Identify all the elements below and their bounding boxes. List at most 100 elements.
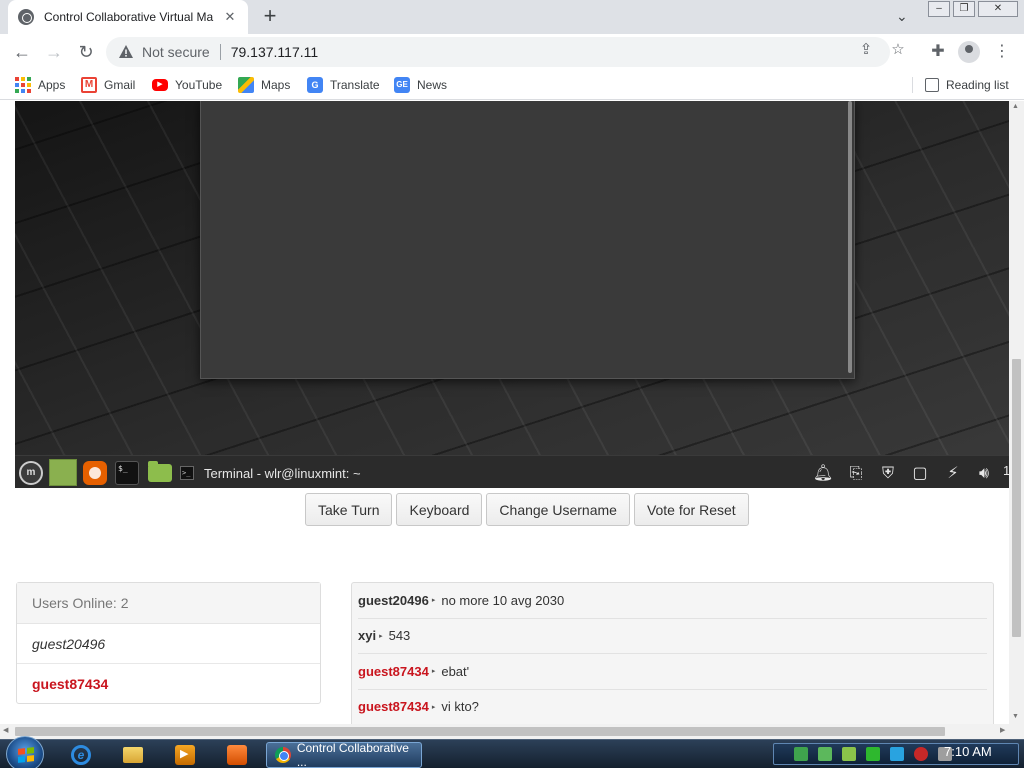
news-icon: GE: [394, 77, 410, 93]
users-online-panel: Users Online: 2 guest20496 guest87434: [16, 582, 321, 704]
terminal-window-icon: >_: [180, 466, 194, 480]
youtube-icon: ▶: [152, 79, 168, 91]
new-tab-button[interactable]: +: [258, 5, 282, 29]
reading-list-icon: [925, 78, 939, 92]
chat-message: guest87434 ▸ ebat': [358, 654, 987, 690]
taskbar-chrome-window[interactable]: Control Collaborative ...: [266, 741, 422, 768]
vote-reset-button[interactable]: Vote for Reset: [633, 493, 749, 526]
taskbar-window-label: Control Collaborative ...: [296, 741, 409, 768]
user-list-item[interactable]: guest20496: [17, 624, 320, 664]
vertical-scroll-thumb[interactable]: [1012, 359, 1021, 637]
power-bolt-icon[interactable]: ⚡︎: [942, 463, 964, 485]
bookmark-label: Translate: [330, 78, 380, 92]
horizontal-scroll-thumb[interactable]: [15, 727, 945, 736]
firefox-icon[interactable]: [83, 461, 107, 485]
chat-text: vi kto?: [441, 699, 479, 715]
scroll-down-arrow-icon[interactable]: ▼: [1012, 713, 1019, 720]
app-launcher-icon[interactable]: [227, 745, 247, 765]
horizontal-scrollbar[interactable]: ◀ ▶: [0, 724, 1024, 739]
files-folder-icon[interactable]: [148, 461, 172, 482]
bookmark-label: Apps: [38, 78, 66, 92]
reading-list-label: Reading list: [946, 78, 1009, 92]
translate-icon: G: [307, 77, 323, 93]
media-player-icon[interactable]: [175, 745, 195, 765]
display-icon[interactable]: [890, 747, 904, 761]
reading-list-button[interactable]: Reading list: [925, 76, 1009, 94]
profile-avatar-icon[interactable]: [958, 41, 980, 63]
vm-task-terminal[interactable]: >_ Terminal - wlr@linuxmint: ~: [180, 461, 361, 485]
chat-message: guest87434 ▸ vi kto?: [358, 690, 987, 725]
back-arrow-icon[interactable]: ←: [10, 40, 34, 64]
tray-app-icon[interactable]: [818, 747, 832, 761]
notifications-bell-icon[interactable]: 🔔︎: [812, 463, 834, 485]
record-icon[interactable]: [914, 747, 928, 761]
chat-arrow-icon: ▸: [431, 597, 436, 605]
bookmark-youtube[interactable]: ▶ YouTube: [152, 76, 222, 94]
tab-title: Control Collaborative Virtual Ma: [44, 10, 214, 24]
bookmark-translate[interactable]: G Translate: [307, 76, 380, 94]
bookmark-star-icon[interactable]: ☆: [888, 40, 908, 60]
maximize-button[interactable]: ❐: [953, 1, 975, 17]
close-window-button[interactable]: ✕: [978, 1, 1018, 17]
mint-menu-icon[interactable]: m: [19, 461, 43, 485]
bookmark-gmail[interactable]: M Gmail: [81, 76, 135, 94]
vm-controls: Take Turn Keyboard Change Username Vote …: [305, 493, 749, 526]
vm-terminal-window[interactable]: [200, 101, 855, 379]
scroll-left-arrow-icon[interactable]: ◀: [3, 726, 8, 734]
internet-explorer-icon[interactable]: e: [71, 745, 91, 765]
show-desktop-icon[interactable]: [49, 459, 77, 486]
user-list-item[interactable]: guest87434: [17, 664, 320, 704]
vm-window-scrollbar[interactable]: [848, 101, 852, 373]
minimize-button[interactable]: –: [928, 1, 950, 17]
take-turn-button[interactable]: Take Turn: [305, 493, 393, 526]
menu-kebab-icon[interactable]: ⋮: [990, 40, 1014, 64]
bookmark-news[interactable]: GE News: [394, 76, 447, 94]
tab-search-chevron-icon[interactable]: ⌄: [896, 8, 908, 25]
keyboard-button[interactable]: Keyboard: [396, 493, 483, 526]
close-tab-icon[interactable]: ✕: [222, 9, 238, 25]
vm-screen[interactable]: m $_ >_ Terminal - wlr@linuxmint: ~ 🔔︎ ⎘…: [15, 101, 1009, 488]
vertical-scrollbar[interactable]: ▲ ▼: [1009, 101, 1024, 724]
gmail-icon: M: [81, 77, 97, 93]
browser-toolbar: ← → ↻ Not secure 79.137.117.11 ⇪ ☆ ✚ ⋮: [0, 34, 1024, 70]
bookmark-label: Gmail: [104, 78, 136, 92]
volume-icon[interactable]: 🔊︎: [973, 463, 995, 485]
scroll-up-arrow-icon[interactable]: ▲: [1012, 103, 1019, 110]
shield-icon[interactable]: ⛨: [877, 463, 899, 485]
scroll-right-arrow-icon[interactable]: ▶: [1000, 726, 1005, 734]
tray-app-icon[interactable]: [866, 747, 880, 761]
start-button[interactable]: [6, 736, 44, 768]
windows-taskbar: e Control Collaborative ... 7:10 AM: [0, 736, 1024, 768]
chat-username: guest20496: [358, 592, 429, 608]
bookmark-label: YouTube: [175, 78, 223, 92]
clipboard-update-icon[interactable]: ⎘: [845, 463, 867, 485]
terminal-launcher-icon[interactable]: $_: [115, 461, 139, 485]
network-icon[interactable]: [794, 747, 808, 761]
chat-arrow-icon: ▸: [431, 703, 436, 711]
chat-panel: guest20496 ▸ no more 10 avg 2030 xyi ▸ 543…: [351, 582, 994, 724]
url-text[interactable]: 79.137.117.11: [231, 44, 318, 60]
browser-tab[interactable]: Control Collaborative Virtual Ma ✕: [8, 0, 248, 34]
change-username-button[interactable]: Change Username: [486, 493, 630, 526]
chat-text: ebat': [441, 663, 470, 679]
page-content: m $_ >_ Terminal - wlr@linuxmint: ~ 🔔︎ ⎘…: [0, 101, 1024, 724]
vm-taskbar: m $_ >_ Terminal - wlr@linuxmint: ~ 🔔︎ ⎘…: [15, 455, 1009, 488]
bookmarks-bar: Apps M Gmail ▶ YouTube Maps G Translate …: [0, 70, 1024, 100]
users-online-header: Users Online: 2: [17, 583, 320, 624]
address-bar[interactable]: Not secure 79.137.117.11: [106, 37, 890, 67]
vm-task-label: Terminal - wlr@linuxmint: ~: [204, 465, 361, 481]
forward-arrow-icon[interactable]: →: [42, 40, 66, 64]
share-icon[interactable]: ⇪: [856, 40, 876, 60]
bookmark-apps[interactable]: Apps: [15, 76, 65, 94]
warning-icon[interactable]: [118, 44, 134, 60]
system-clock[interactable]: 7:10 AM: [944, 744, 992, 759]
chat-arrow-icon: ▸: [379, 632, 383, 640]
file-explorer-icon[interactable]: [123, 747, 143, 763]
chat-username: guest87434: [358, 699, 429, 715]
bookmark-maps[interactable]: Maps: [238, 76, 290, 94]
window-list-icon[interactable]: ▢: [909, 463, 931, 485]
not-secure-label[interactable]: Not secure: [142, 44, 210, 60]
reload-icon[interactable]: ↻: [74, 40, 98, 64]
tray-app-icon[interactable]: [842, 747, 856, 761]
extensions-puzzle-icon[interactable]: ✚: [926, 40, 950, 64]
